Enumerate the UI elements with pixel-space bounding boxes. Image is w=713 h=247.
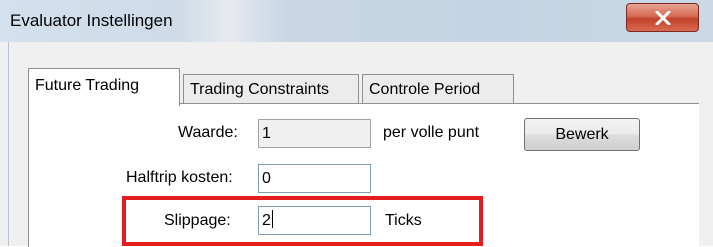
halftrip-field[interactable]: 0 — [258, 164, 371, 193]
text-caret — [271, 210, 273, 228]
waarde-field[interactable]: 1 — [258, 119, 371, 148]
bewerk-button[interactable]: Bewerk — [524, 118, 640, 151]
slippage-unit-label: Ticks — [385, 212, 422, 229]
halftrip-label: Halftrip kosten: — [126, 169, 233, 186]
title-bar: Evaluator Instellingen — [0, 0, 713, 43]
waarde-label: Waarde: — [178, 124, 238, 141]
tab-controle-period[interactable]: Controle Period — [362, 74, 514, 104]
close-icon — [655, 10, 670, 25]
slippage-field[interactable]: 2 — [258, 206, 371, 235]
tab-future-trading[interactable]: Future Trading — [28, 68, 180, 106]
waarde-unit-label: per volle punt — [383, 124, 480, 141]
tab-trading-constraints[interactable]: Trading Constraints — [183, 74, 359, 104]
slippage-value: 2 — [262, 212, 271, 229]
slippage-label: Slippage: — [164, 212, 231, 229]
window-title: Evaluator Instellingen — [10, 11, 173, 30]
close-button[interactable] — [626, 3, 699, 32]
